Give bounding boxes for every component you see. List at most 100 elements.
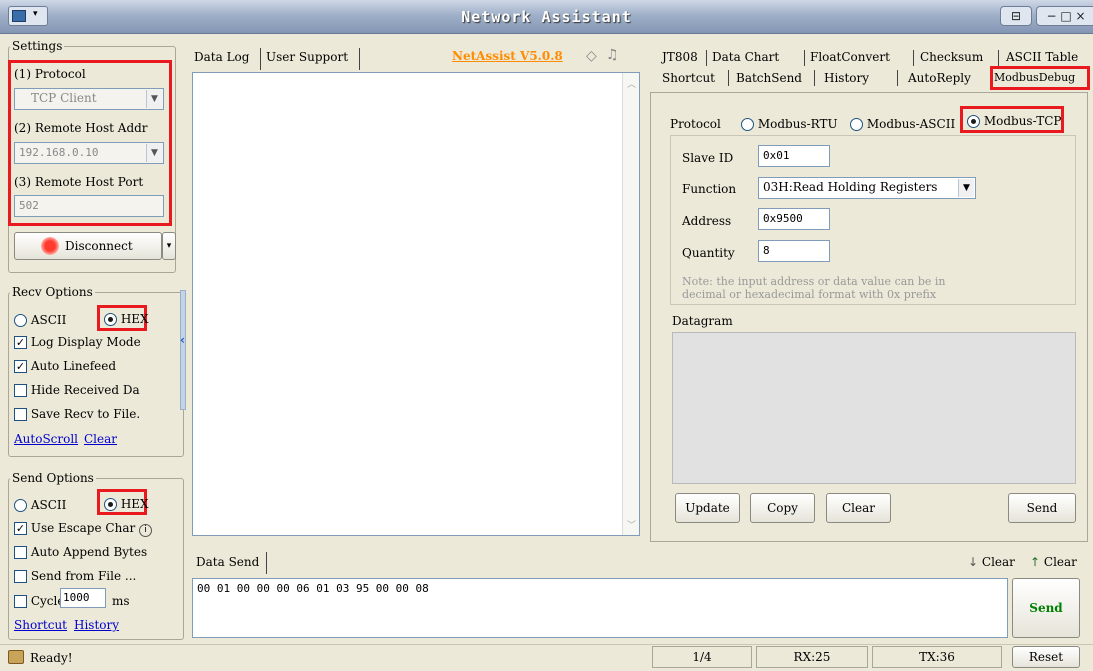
diamond-icon[interactable]: ◇ (586, 48, 597, 64)
tab-ascii-table[interactable]: ASCII Table (1006, 50, 1078, 64)
cycle-input[interactable]: 1000 (60, 588, 106, 608)
recv-ascii-radio[interactable]: ASCII (14, 313, 66, 327)
send-button[interactable]: Send (1012, 578, 1080, 638)
datagram-area[interactable] (672, 332, 1076, 484)
remote-addr-select[interactable]: 192.168.0.10 ▼ (14, 142, 164, 164)
copy-button[interactable]: Copy (750, 493, 815, 523)
modbus-send-label: Send (1026, 501, 1058, 515)
modbus-rtu-radio[interactable]: Modbus-RTU (741, 117, 838, 131)
auto-append-label: Auto Append Bytes (30, 545, 148, 559)
minimize-maximize-icon[interactable]: − □ × (1036, 6, 1093, 26)
cycle-checkbox[interactable]: Cycle (14, 594, 64, 608)
save-recv-label: Save Recv to File. (30, 407, 141, 421)
function-select[interactable]: 03H:Read Holding Registers ▼ (758, 177, 976, 199)
status-tx-value: TX:36 (919, 650, 955, 664)
bell-icon[interactable]: ♫ (606, 47, 619, 63)
reset-label: Reset (1028, 650, 1064, 664)
send-data-input[interactable]: 00 01 00 00 00 06 01 03 95 00 00 08 (192, 578, 1008, 638)
connection-status-icon (41, 237, 59, 255)
version-link[interactable]: NetAssist V5.0.8 (452, 49, 563, 63)
disconnect-button[interactable]: Disconnect (14, 232, 162, 260)
data-log-area[interactable] (192, 72, 640, 536)
remote-port-value: 502 (19, 199, 39, 212)
clear-send-2[interactable]: ↑ Clear (1030, 555, 1077, 569)
log-display-label: Log Display Mode (30, 335, 141, 349)
hide-received-checkbox[interactable]: Hide Received Da (14, 383, 140, 397)
recv-options-label: Recv Options (10, 285, 95, 299)
address-input[interactable]: 0x9500 (758, 208, 830, 230)
clear-label: Clear (841, 501, 875, 515)
auto-linefeed-checkbox[interactable]: ✓ Auto Linefeed (14, 359, 116, 373)
remote-port-input[interactable]: 502 (14, 195, 164, 217)
tab-shortcut[interactable]: Shortcut (662, 71, 715, 85)
note-line-1: Note: the input address or data value ca… (682, 275, 946, 288)
reset-button[interactable]: Reset (1012, 646, 1080, 668)
status-page-value: 1/4 (692, 650, 712, 664)
data-send-label: Data Send (196, 555, 260, 569)
send-from-file-label: Send from File ... (30, 569, 137, 583)
address-value: 0x9500 (763, 212, 803, 225)
tab-data-log[interactable]: Data Log (194, 50, 249, 64)
use-escape-label: Use Escape Char (30, 521, 136, 535)
send-ascii-radio[interactable]: ASCII (14, 498, 66, 512)
log-display-checkbox[interactable]: ✓ Log Display Mode (14, 335, 141, 349)
chevron-down-icon[interactable]: ▼ (146, 90, 162, 108)
status-icon (8, 650, 24, 664)
update-button[interactable]: Update (675, 493, 740, 523)
slave-id-input[interactable]: 0x01 (758, 145, 830, 167)
sidebar-splitter[interactable] (180, 290, 186, 410)
address-label: Address (682, 214, 732, 228)
cycle-value: 1000 (63, 591, 90, 604)
shortcut-link[interactable]: Shortcut (14, 618, 67, 632)
quantity-input[interactable]: 8 (758, 240, 830, 262)
disconnect-dropdown-button[interactable]: ▾ (162, 232, 176, 260)
chevron-down-icon[interactable]: ▼ (958, 179, 974, 197)
clear-send-1-label: Clear (981, 555, 1015, 569)
use-escape-checkbox[interactable]: ✓ Use Escape Char i (14, 521, 153, 537)
slave-id-label: Slave ID (682, 151, 734, 165)
send-from-file-checkbox[interactable]: Send from File ... (14, 569, 136, 583)
protocol-row-label: Protocol (670, 117, 721, 131)
arrow-down-icon: ↓ (968, 555, 979, 569)
tab-float-convert[interactable]: FloatConvert (810, 50, 890, 64)
settings-label: Settings (10, 39, 65, 53)
tab-batch-send[interactable]: BatchSend (736, 71, 802, 85)
modbus-send-button[interactable]: Send (1008, 493, 1076, 523)
history-link[interactable]: History (74, 618, 119, 632)
modbus-debug-tab-highlight (990, 66, 1090, 90)
window-title: Network Assistant (461, 8, 632, 26)
remote-addr-label: (2) Remote Host Addr (14, 121, 148, 135)
data-log-scrollbar[interactable]: ︿ ﹀ (622, 73, 639, 535)
tab-auto-reply[interactable]: AutoReply (908, 71, 971, 85)
function-label: Function (682, 182, 737, 196)
info-icon[interactable]: i (139, 524, 153, 537)
collapse-arrow-icon[interactable]: ‹ (180, 333, 185, 347)
tab-data-chart[interactable]: Data Chart (712, 50, 779, 64)
protocol-select[interactable]: TCP Client ▼ (14, 88, 164, 110)
tab-jt808[interactable]: JT808 (662, 50, 698, 64)
auto-append-checkbox[interactable]: Auto Append Bytes (14, 545, 147, 559)
modbus-rtu-label: Modbus-RTU (757, 117, 838, 131)
tab-checksum[interactable]: Checksum (920, 50, 983, 64)
title-bar: ▾ Network Assistant ⊟ − □ × (0, 0, 1093, 34)
modbus-tcp-radio[interactable]: Modbus-TCP (967, 114, 1061, 128)
update-label: Update (685, 501, 730, 515)
tab-user-support[interactable]: User Support (266, 50, 348, 64)
recv-hex-radio[interactable]: HEX (104, 312, 149, 326)
send-options-label: Send Options (10, 471, 96, 485)
right-tabs-row1: JT808 Data Chart FloatConvert Checksum A… (660, 48, 1090, 68)
chevron-down-icon[interactable]: ▼ (146, 144, 162, 162)
arrow-up-icon: ↑ (1030, 555, 1041, 569)
recv-clear-link[interactable]: Clear (84, 432, 117, 446)
autoscroll-link[interactable]: AutoScroll (14, 432, 78, 446)
save-recv-checkbox[interactable]: Save Recv to File. (14, 407, 140, 421)
modbus-ascii-label: Modbus-ASCII (866, 117, 956, 131)
send-hex-radio[interactable]: HEX (104, 497, 149, 511)
status-rx: RX:25 (756, 646, 868, 668)
modbus-ascii-radio[interactable]: Modbus-ASCII (850, 117, 955, 131)
tab-history[interactable]: History (824, 71, 869, 85)
status-tx: TX:36 (872, 646, 1002, 668)
restore-icon[interactable]: ⊟ (1000, 6, 1032, 26)
clear-button[interactable]: Clear (826, 493, 891, 523)
clear-send-1[interactable]: ↓ Clear (968, 555, 1015, 569)
